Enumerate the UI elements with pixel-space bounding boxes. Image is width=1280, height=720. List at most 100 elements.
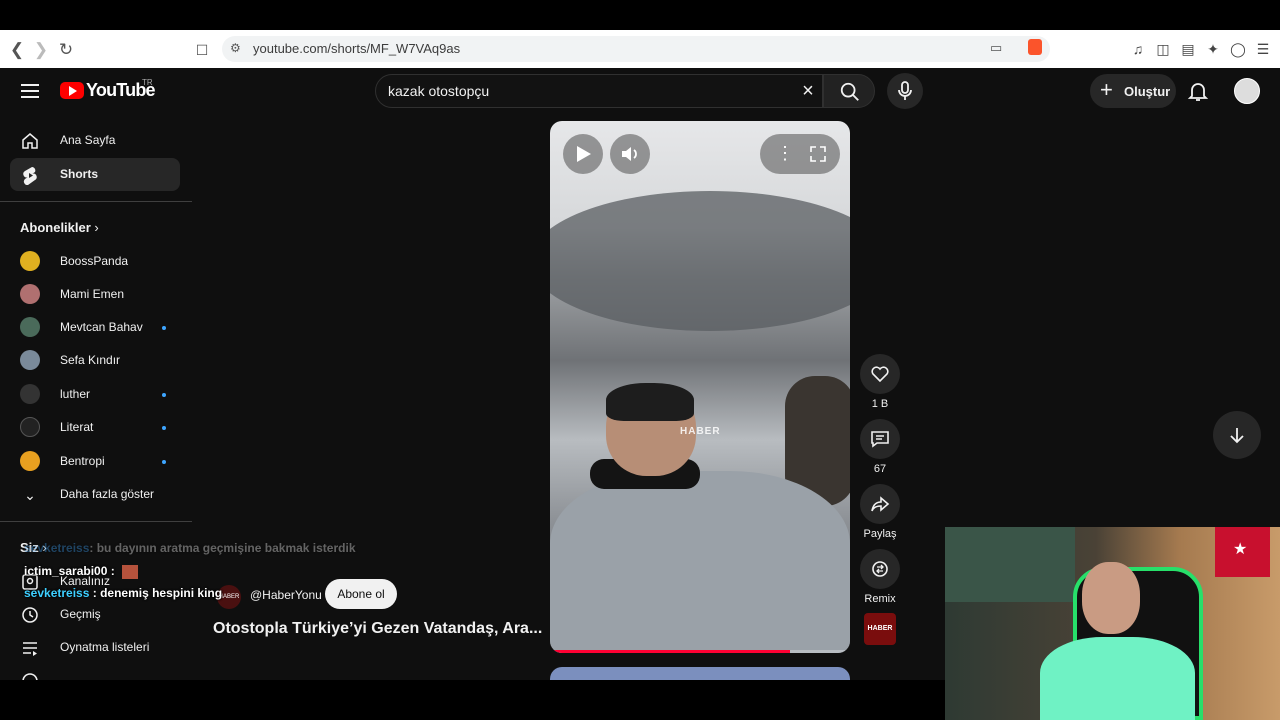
sidebar-item-label: Oynatma listeleri <box>60 640 150 654</box>
chevron-right-icon: › <box>94 220 99 235</box>
wallet-icon[interactable]: ▤ <box>1180 41 1196 57</box>
sidebar-subscription[interactable]: Mevtcan Bahav <box>10 311 180 344</box>
sidebar-item-playlists[interactable]: Oynatma listeleri <box>10 631 180 664</box>
search-icon <box>840 82 859 101</box>
sidebar-subscription[interactable]: luther <box>10 378 180 411</box>
forward-icon[interactable]: ❯ <box>31 40 51 60</box>
channel-avatar <box>20 251 40 271</box>
channel-name: Mevtcan Bahav <box>60 320 143 334</box>
comments-button[interactable] <box>860 419 900 459</box>
next-short-preview[interactable] <box>550 667 850 680</box>
ai-assistant-icon[interactable]: ✦ <box>1205 41 1221 57</box>
cast-icon[interactable]: ▭ <box>990 40 1002 56</box>
account-avatar[interactable] <box>1234 78 1260 104</box>
sidebar-item-partial[interactable] <box>10 664 180 680</box>
history-icon <box>22 607 38 623</box>
more-options-icon[interactable]: ⋮ <box>776 142 794 164</box>
sidebar-item-shorts[interactable]: Shorts <box>10 158 180 191</box>
streamer-webcam: ★ <box>945 527 1280 720</box>
voice-search-button[interactable] <box>887 73 923 109</box>
plus-icon: + <box>1100 77 1113 102</box>
chat-username: sevketreiss <box>24 541 90 555</box>
sidebar-divider <box>0 521 192 522</box>
menu-icon[interactable]: ☰ <box>1255 41 1271 57</box>
chat-text: : <box>107 564 115 578</box>
address-url[interactable]: youtube.com/shorts/MF_W7VAq9as <box>253 41 460 56</box>
search-box[interactable]: × <box>375 74 823 108</box>
chat-message: ictim_sarabi00 : <box>24 564 139 579</box>
chat-text: : denemiş hespini king <box>92 586 223 600</box>
channel-name: Sefa Kındır <box>60 353 121 367</box>
new-content-dot <box>162 426 166 430</box>
address-bar[interactable]: ⚙ youtube.com/shorts/MF_W7VAq9as ▭ <box>222 36 1050 62</box>
volume-button[interactable] <box>610 134 650 174</box>
chat-message: sevketreiss: bu dayının aratma geçmişine… <box>24 541 356 555</box>
next-video-button[interactable] <box>1213 411 1261 459</box>
create-button[interactable]: + Oluştur <box>1090 74 1176 108</box>
share-label: Paylaş <box>863 528 897 540</box>
hamburger-menu-icon[interactable] <box>21 84 39 98</box>
subscribe-button[interactable]: Abone ol <box>325 579 397 609</box>
player-top-controls: ⋮ <box>760 134 840 174</box>
browser-toolbar: ❮ ❯ ↻ ☐ ⚙ youtube.com/shorts/MF_W7VAq9as… <box>0 30 1280 68</box>
volume-icon <box>622 147 637 161</box>
flag-decoration: ★ <box>1215 527 1270 577</box>
new-content-dot <box>162 326 166 330</box>
star-icon: ★ <box>1233 541 1248 558</box>
reload-icon[interactable]: ↻ <box>56 40 76 60</box>
play-button[interactable] <box>563 134 603 174</box>
sidebar-subscription[interactable]: BoossPanda <box>10 245 180 278</box>
search-input[interactable] <box>388 81 788 101</box>
playlists-icon <box>23 642 37 656</box>
share-button[interactable] <box>860 484 900 524</box>
bookmark-icon[interactable]: ☐ <box>192 40 212 60</box>
microphone-icon <box>898 81 912 100</box>
sidebar-subscription[interactable]: Mami Emen <box>10 278 180 311</box>
country-code: TR <box>142 78 153 87</box>
sidebar-item-home[interactable]: Ana Sayfa <box>10 124 180 157</box>
channel-name: Mami Emen <box>60 287 125 301</box>
short-video-player[interactable]: HABER ⋮ <box>550 121 850 653</box>
heart-icon <box>871 366 889 383</box>
channel-name: Literat <box>60 420 94 434</box>
sidebar-divider <box>0 201 192 202</box>
video-progress-bar[interactable] <box>550 650 850 653</box>
site-settings-icon[interactable]: ⚙ <box>230 41 241 55</box>
sidebar-show-more[interactable]: ⌄ Daha fazla göster <box>10 478 180 511</box>
video-frame-jacket <box>550 471 850 653</box>
channel-handle[interactable]: @HaberYonu <box>250 588 322 602</box>
youtube-play-icon <box>60 82 84 99</box>
sidebar-toggle-icon[interactable]: ◫ <box>1155 41 1171 57</box>
clock-icon <box>22 673 38 680</box>
streamer-shirt <box>1040 637 1195 720</box>
create-label: Oluştur <box>1124 84 1171 99</box>
home-icon <box>22 133 38 149</box>
subscriptions-heading[interactable]: Abonelikler › <box>20 220 99 235</box>
back-icon[interactable]: ❮ <box>7 40 27 60</box>
vpn-icon[interactable]: ◯ <box>1230 41 1246 57</box>
notifications-bell-icon[interactable] <box>1186 79 1210 103</box>
sidebar-item-label: Shorts <box>60 167 99 181</box>
short-title[interactable]: Otostopla Türkiye’yi Gezen Vatandaş, Ara… <box>213 620 542 638</box>
webcam-background-monitor <box>945 527 1075 602</box>
sidebar-subscription[interactable]: Literat <box>10 411 180 444</box>
comment-icon <box>871 431 889 448</box>
video-watermark: HABER <box>680 426 721 437</box>
music-icon[interactable]: ♫ <box>1130 41 1146 57</box>
brave-shield-icon[interactable] <box>1028 39 1042 55</box>
like-button[interactable] <box>860 354 900 394</box>
sidebar-subscription[interactable]: Sefa Kındır <box>10 344 180 377</box>
remix-label: Remix <box>864 593 896 605</box>
fullscreen-icon[interactable] <box>810 146 826 162</box>
channel-name: Bentropi <box>60 454 105 468</box>
clear-search-icon[interactable]: × <box>798 81 818 101</box>
play-icon <box>577 146 591 162</box>
new-content-dot <box>162 460 166 464</box>
show-more-label: Daha fazla göster <box>60 487 155 501</box>
remix-icon <box>872 561 888 577</box>
sidebar-subscription[interactable]: Bentropi <box>10 445 180 478</box>
remix-button[interactable] <box>860 549 900 589</box>
sidebar-item-history[interactable]: Geçmiş <box>10 598 180 631</box>
search-button[interactable] <box>823 74 875 108</box>
channel-thumbnail[interactable]: HABER <box>864 613 896 645</box>
